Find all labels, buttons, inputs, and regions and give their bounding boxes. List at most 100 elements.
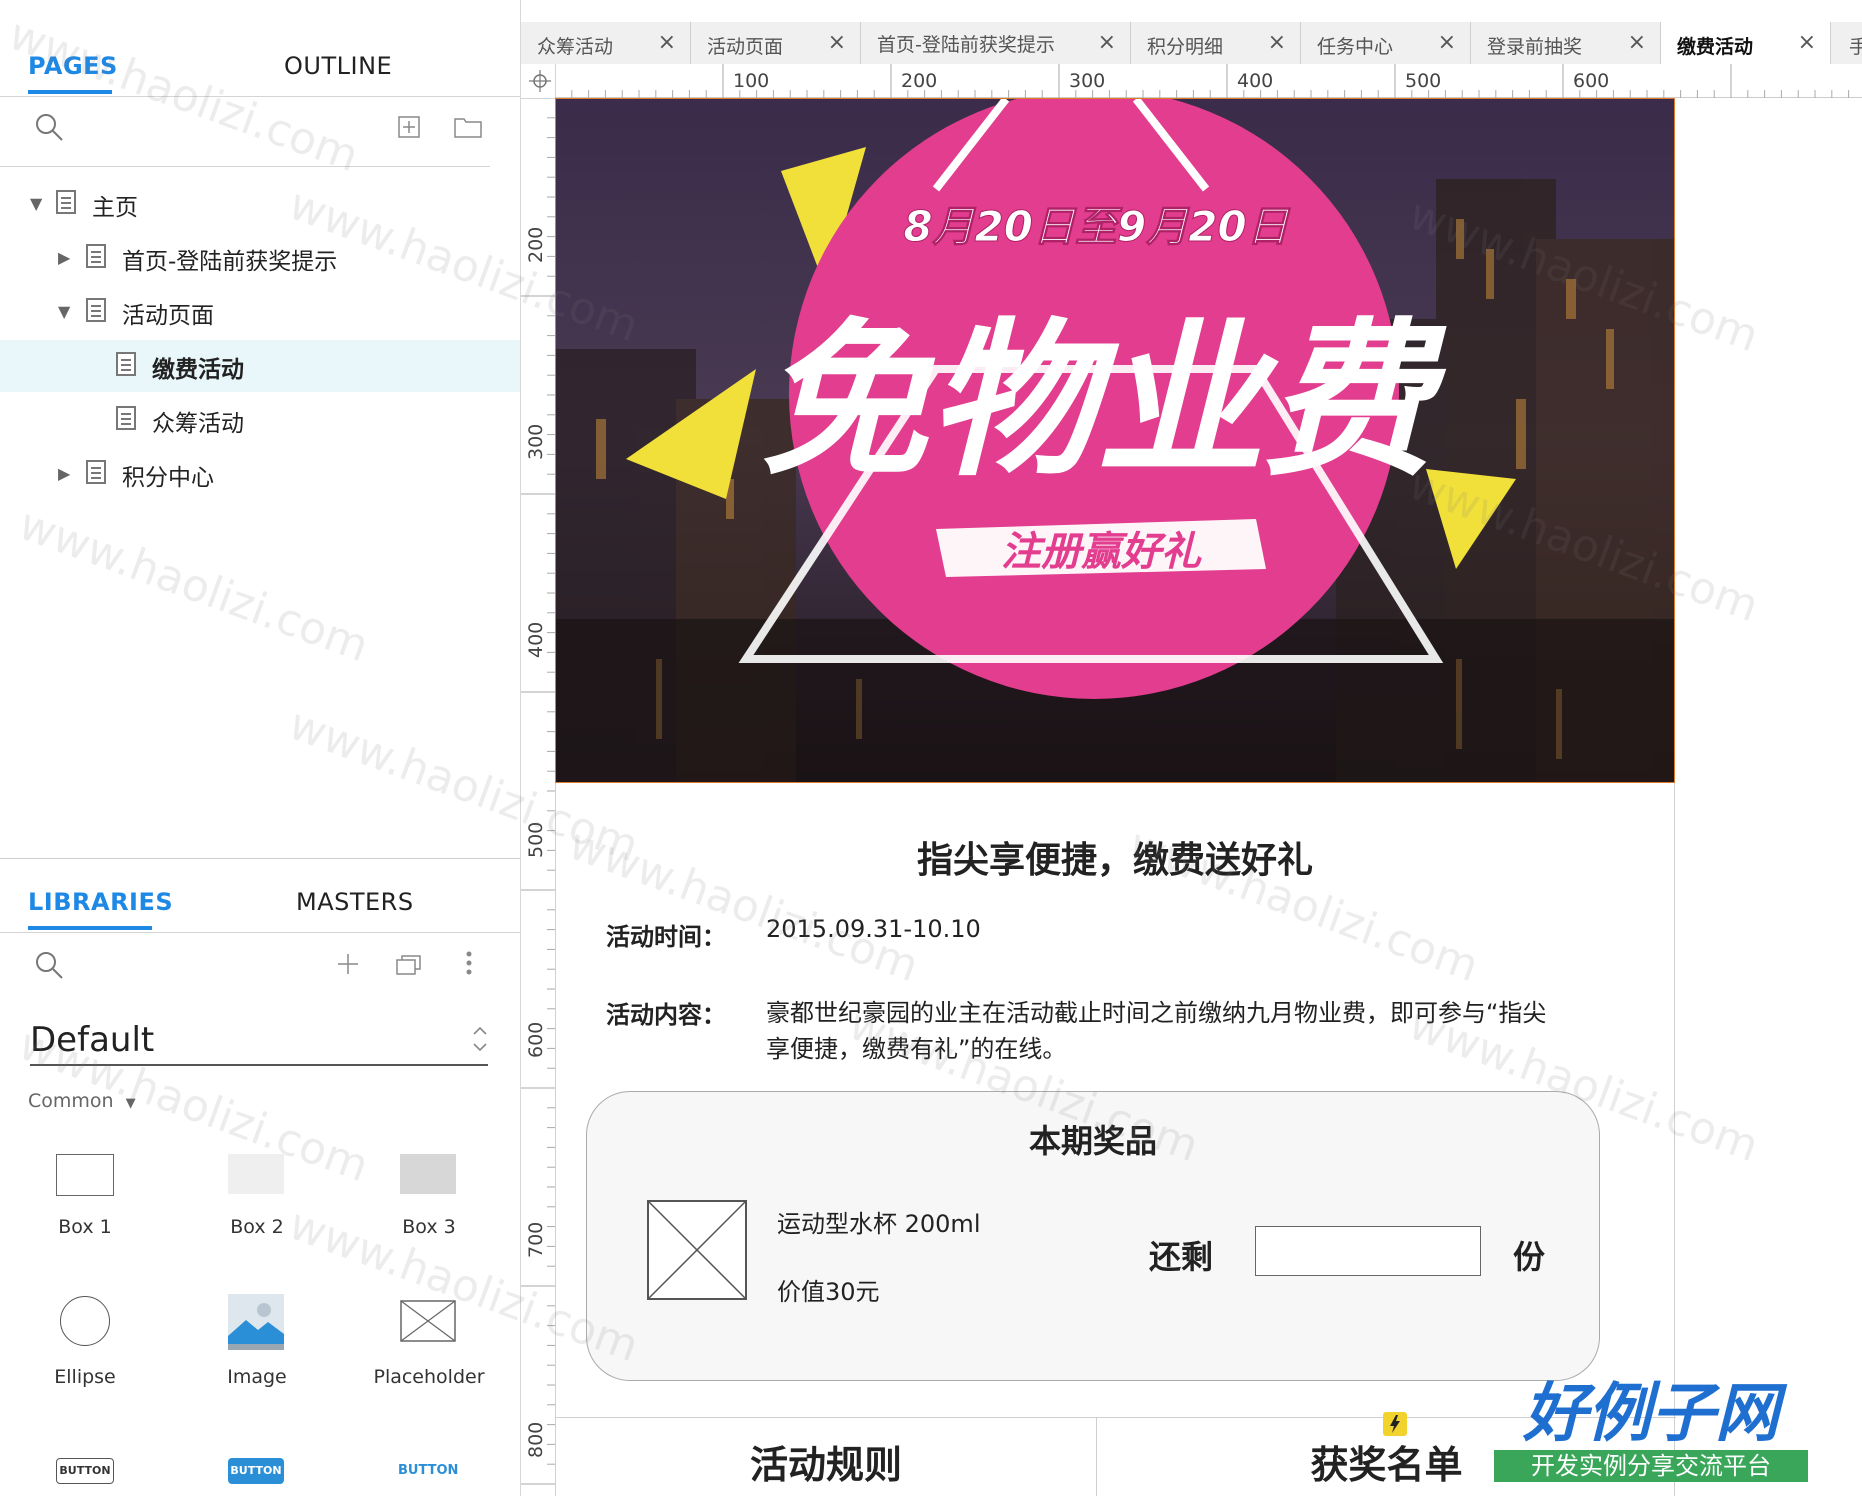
add-page-icon[interactable] — [398, 116, 420, 142]
tree-item-payment-activity[interactable]: 缴费活动 — [0, 340, 520, 392]
tree-item-activity-page[interactable]: ▼ 活动页面 — [0, 286, 520, 338]
remain-label: 还剩 — [1149, 1238, 1214, 1276]
doc-tab-payment-activity[interactable]: 缴费活动 × — [1661, 22, 1831, 64]
libraries-tab-underline — [28, 926, 152, 930]
expand-right-icon[interactable]: ▶ — [58, 464, 70, 483]
page-icon — [56, 190, 76, 214]
tree-label: 首页-登陆前获奖提示 — [122, 249, 338, 275]
close-icon[interactable]: × — [1268, 30, 1286, 55]
activity-content-line-1: 豪都世纪豪园的业主在活动截止时间之前缴纳九月物业费，即可参与“指尖 — [766, 999, 1547, 1027]
ruler-label: 700 — [525, 1221, 547, 1258]
box1-preview — [56, 1154, 114, 1196]
widget-button-outline[interactable]: BUTTON — [56, 1458, 114, 1484]
page-icon — [116, 352, 136, 376]
doc-tab-activity-page[interactable]: 活动页面 × — [691, 22, 861, 64]
section-label: Common — [28, 1090, 114, 1112]
doc-tab-label: 任务中心 — [1317, 36, 1394, 58]
widget-ellipse[interactable]: Ellipse — [10, 1292, 160, 1392]
close-icon[interactable]: × — [828, 30, 846, 55]
close-icon[interactable]: × — [1098, 30, 1116, 55]
box3-preview — [400, 1154, 456, 1194]
ruler-label: 200 — [901, 70, 938, 92]
ruler-label: 500 — [525, 821, 547, 858]
banner-graphic: 8月20日至9月20日 免物业费 注册赢好礼 — [556, 99, 1674, 782]
divider — [0, 858, 520, 859]
ruler-horizontal: 100 200 300 400 500 600 — [521, 64, 1862, 99]
doc-tab-points-detail[interactable]: 积分明细 × — [1131, 22, 1301, 64]
doc-tab-task-center[interactable]: 任务中心 × — [1301, 22, 1471, 64]
tab-activity-rules[interactable]: 活动规则 — [556, 1418, 1096, 1496]
placeholder-icon — [400, 1300, 456, 1342]
widget-box-1[interactable]: Box 1 — [10, 1150, 160, 1250]
tab-libraries[interactable]: LIBRARIES — [28, 888, 173, 916]
crosshair-icon[interactable] — [529, 70, 551, 96]
widget-label: Box 2 — [230, 1216, 284, 1238]
widget-label: Placeholder — [373, 1366, 485, 1388]
stack-icon[interactable] — [396, 952, 424, 980]
activity-content-label: 活动内容： — [606, 1001, 726, 1029]
pages-tab-underline — [28, 90, 112, 94]
tree-label: 主页 — [92, 195, 138, 221]
brand-slogan: 开发实例分享交流平台 — [1494, 1450, 1808, 1482]
close-icon[interactable]: × — [1798, 30, 1816, 55]
close-icon[interactable]: × — [1628, 30, 1646, 55]
activity-time-label: 活动时间： — [606, 923, 726, 951]
tab-masters[interactable]: MASTERS — [296, 888, 414, 916]
ruler-label: 300 — [525, 423, 547, 460]
tree-item-home-login-prompt[interactable]: ▶ 首页-登陆前获奖提示 — [0, 232, 520, 284]
search-icon[interactable] — [34, 112, 64, 146]
remain-count-field[interactable] — [1255, 1226, 1481, 1276]
tab-pages[interactable]: PAGES — [28, 52, 118, 80]
brand-logo: 好例子网 开发实例分享交流平台 — [1490, 1362, 1812, 1482]
widget-label: Box 1 — [58, 1216, 112, 1238]
ruler-label: 100 — [733, 70, 770, 92]
activity-content-line-2: 享便捷，缴费有礼”的在线。 — [766, 1035, 1067, 1063]
widget-button-primary[interactable]: BUTTON — [228, 1458, 284, 1484]
tree-item-points-center[interactable]: ▶ 积分中心 — [0, 448, 520, 500]
tab-outline[interactable]: OUTLINE — [284, 52, 392, 80]
document-tab-bar: 众筹活动 × 活动页面 × 首页-登陆前获奖提示 × 积分明细 × 任务中心 ×… — [521, 22, 1862, 65]
widget-button-link[interactable]: BUTTON — [398, 1458, 458, 1484]
expand-down-icon[interactable]: ▼ — [30, 194, 42, 213]
widget-image[interactable]: Image — [182, 1292, 332, 1392]
tree-label: 活动页面 — [122, 303, 214, 329]
close-icon[interactable]: × — [1438, 30, 1456, 55]
tree-label: 积分中心 — [122, 465, 214, 491]
library-select[interactable]: Default — [30, 1018, 488, 1066]
doc-tab-label: 登录前抽奖 — [1487, 36, 1583, 58]
more-vertical-icon[interactable] — [464, 950, 474, 980]
doc-tab-home-login-prompt[interactable]: 首页-登陆前获奖提示 × — [861, 22, 1131, 64]
widget-placeholder[interactable]: Placeholder — [354, 1292, 504, 1392]
page-icon — [86, 244, 106, 268]
expand-right-icon[interactable]: ▶ — [58, 248, 70, 267]
doc-tab-pre-login-lottery[interactable]: 登录前抽奖 × — [1471, 22, 1661, 64]
add-folder-icon[interactable] — [454, 116, 482, 142]
banner-image[interactable]: 8月20日至9月20日 免物业费 注册赢好礼 — [555, 98, 1675, 783]
common-section-header[interactable]: Common ▼ — [28, 1090, 136, 1112]
tree-label: 众筹活动 — [152, 411, 244, 437]
ruler-label: 400 — [1237, 70, 1274, 92]
close-icon[interactable]: × — [658, 30, 676, 55]
ruler-label: 800 — [525, 1421, 547, 1458]
banner-subline: 注册赢好礼 — [1001, 529, 1202, 575]
search-icon[interactable] — [34, 950, 64, 984]
section-arrow-icon: ▼ — [125, 1096, 136, 1111]
widget-box-3[interactable]: Box 3 — [354, 1150, 504, 1250]
image-icon — [228, 1294, 284, 1350]
lightning-icon[interactable] — [1383, 1412, 1407, 1436]
ruler-label: 500 — [1405, 70, 1442, 92]
tree-item-home[interactable]: ▼ 主页 — [0, 178, 520, 230]
expand-down-icon[interactable]: ▼ — [58, 302, 70, 321]
banner-headline: 免物业费 — [760, 303, 1447, 499]
ruler-label: 600 — [1573, 70, 1610, 92]
page-icon — [116, 406, 136, 430]
remain-unit: 份 — [1513, 1238, 1546, 1276]
add-library-icon[interactable] — [336, 952, 360, 980]
widget-box-2[interactable]: Box 2 — [182, 1150, 332, 1250]
left-panel: PAGES OUTLINE ▼ 主页 ▶ 首页-登陆前获奖提示 ▼ 活动页面 缴… — [0, 0, 521, 1496]
doc-tab-crowdfunding[interactable]: 众筹活动 × — [521, 22, 691, 64]
page-icon — [86, 460, 106, 484]
tree-item-crowdfunding[interactable]: 众筹活动 — [0, 394, 520, 446]
ruler-label: 400 — [525, 621, 547, 658]
doc-tab-overflow[interactable]: 手 — [1831, 22, 1862, 64]
